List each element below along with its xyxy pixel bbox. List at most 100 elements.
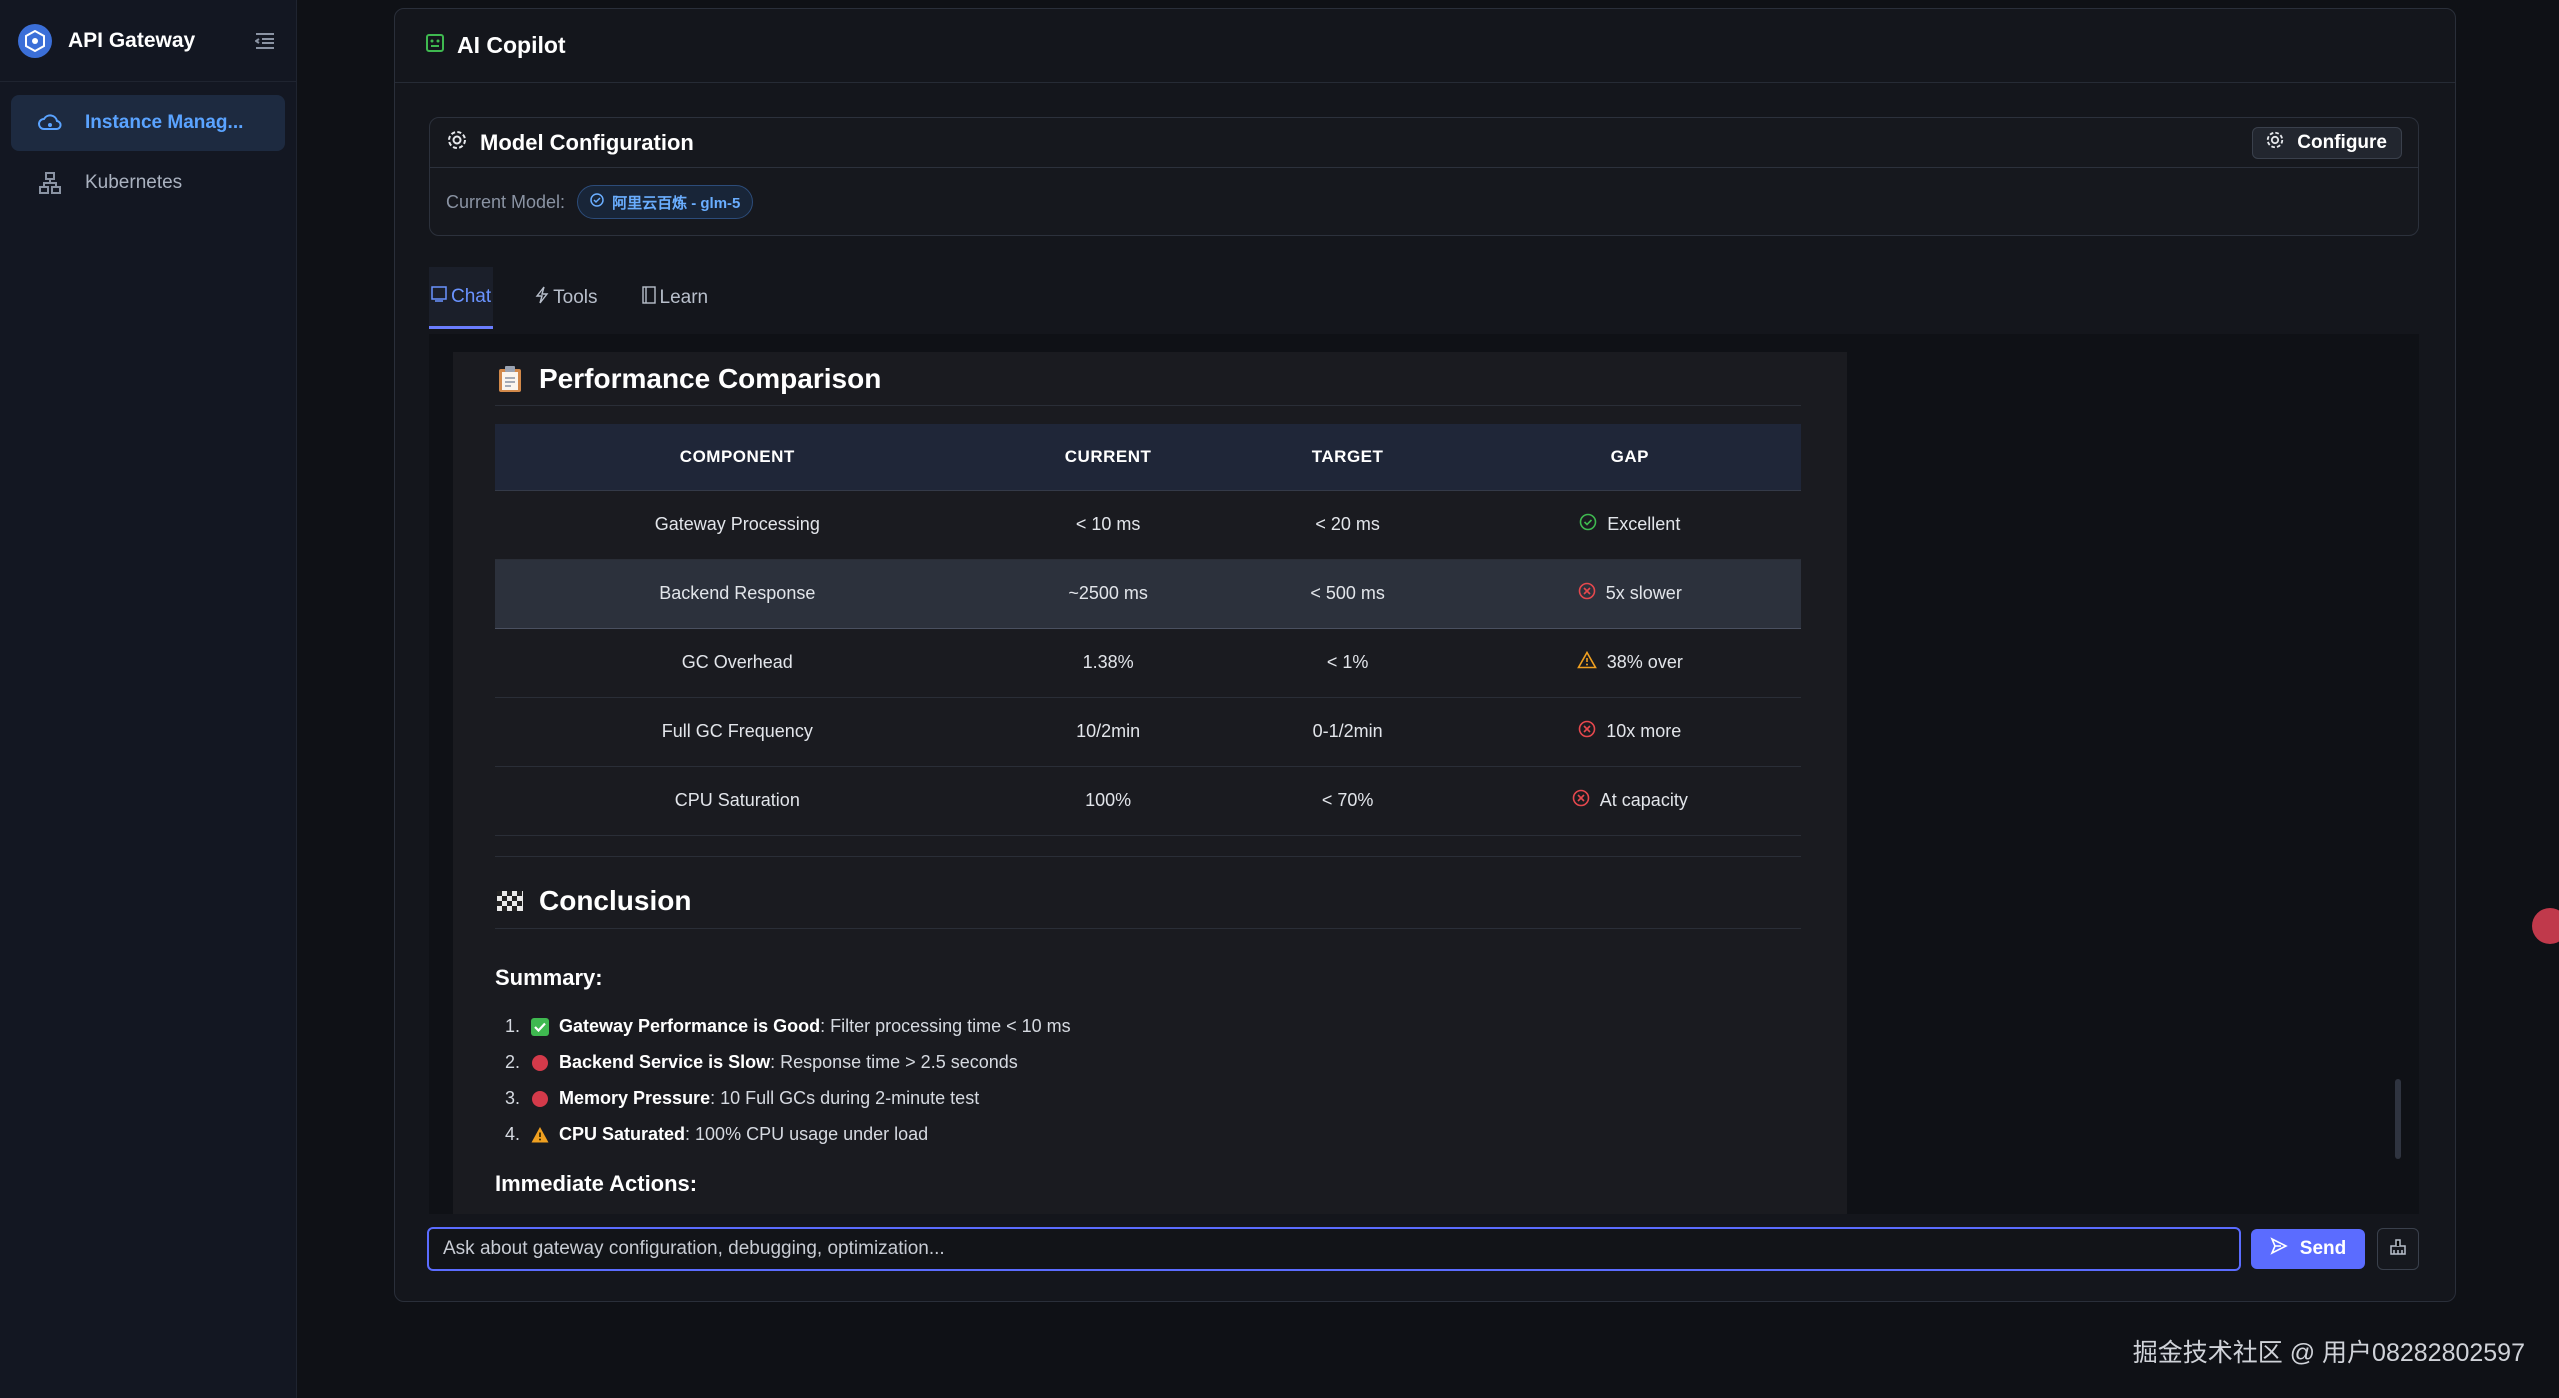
sidebar-item-label: Instance Manag... <box>85 112 244 133</box>
summary-heading: Summary: <box>495 964 603 990</box>
clear-chat-button[interactable] <box>2377 1228 2419 1270</box>
target-cell: < 500 ms <box>1236 558 1459 629</box>
watermark: 掘金技术社区 @ 用户08282802597 <box>2132 1339 2525 1367</box>
panel-header: AI Copilot <box>395 9 2455 83</box>
app-title: API Gateway <box>68 28 196 52</box>
current-cell: < 10 ms <box>979 490 1237 560</box>
target-cell: < 70% <box>1236 766 1459 836</box>
column-header: CURRENT <box>979 424 1237 491</box>
performance-table: COMPONENT CURRENT TARGET GAP Gateway Pro… <box>495 424 1801 836</box>
assistant-message: Performance Comparison COMPONENT CURRENT… <box>453 352 1847 1214</box>
list-item: 4. CPU Saturated: 100% CPU usage under l… <box>505 1117 1801 1153</box>
list-number: 2. <box>505 1052 521 1072</box>
target-cell: < 1% <box>1236 628 1459 698</box>
red-circle-icon <box>531 1054 549 1072</box>
current-model-label: Current Model: <box>446 191 566 212</box>
x-circle-icon <box>1578 582 1596 605</box>
list-item: 1. Gateway Performance is Good: Filter p… <box>505 1009 1801 1045</box>
current-cell: 1.38% <box>979 628 1237 698</box>
robot-icon <box>425 33 445 58</box>
item-text: : 10 Full GCs during 2-minute test <box>710 1088 980 1108</box>
gap-cell: 10x more <box>1458 697 1801 767</box>
table-row: Gateway Processing < 10 ms < 20 ms Excel… <box>495 490 1801 560</box>
copilot-tabs: Chat Tools Learn <box>429 267 750 329</box>
tab-tools[interactable]: Tools <box>533 267 599 329</box>
current-cell: 100% <box>979 766 1237 836</box>
check-mark-icon <box>531 1017 549 1036</box>
heading-text: Conclusion <box>539 885 692 916</box>
chat-scrollbar[interactable] <box>2395 1079 2401 1159</box>
cloud-icon <box>37 110 63 136</box>
book-icon <box>641 286 656 310</box>
item-title: CPU Saturated <box>559 1124 686 1144</box>
sidebar-item-instance-management[interactable]: Instance Manag... <box>11 95 285 151</box>
item-text: : Filter processing time < 10 ms <box>820 1016 1071 1036</box>
tab-chat[interactable]: Chat <box>429 267 494 329</box>
sidebar-item-kubernetes[interactable]: Kubernetes <box>11 155 285 211</box>
item-text: : Response time > 2.5 seconds <box>770 1052 1018 1072</box>
component-cell: Backend Response <box>495 558 980 629</box>
message-content: Performance Comparison COMPONENT CURRENT… <box>495 352 1801 1197</box>
tab-learn[interactable]: Learn <box>640 267 711 329</box>
table-row: CPU Saturation 100% < 70% At capacity <box>495 766 1801 836</box>
sidebar-header: API Gateway <box>0 0 296 82</box>
top-border <box>0 0 2559 2</box>
gap-cell: At capacity <box>1458 766 1801 836</box>
gap-cell: 5x slower <box>1458 558 1801 629</box>
model-card-title: Model Configuration <box>480 129 694 155</box>
component-cell: CPU Saturation <box>495 766 980 836</box>
table-row: Backend Response ~2500 ms < 500 ms 5x sl… <box>495 558 1801 629</box>
tab-label: Tools <box>553 287 598 308</box>
performance-comparison-heading: Performance Comparison <box>495 352 1801 406</box>
table-row: Full GC Frequency 10/2min 0-1/2min 10x m… <box>495 697 1801 767</box>
column-header: COMPONENT <box>495 424 980 491</box>
red-circle-icon <box>531 1090 549 1108</box>
current-cell: ~2500 ms <box>979 558 1237 629</box>
x-circle-icon <box>1578 720 1596 743</box>
list-item: 3. Memory Pressure: 10 Full GCs during 2… <box>505 1081 1801 1117</box>
panel-title: AI Copilot <box>457 32 566 58</box>
heading-text: Performance Comparison <box>539 362 882 394</box>
chat-messages-area[interactable]: Performance Comparison COMPONENT CURRENT… <box>429 334 2419 1214</box>
table-row: GC Overhead 1.38% < 1% 38% over <box>495 628 1801 698</box>
gap-text: 5x slower <box>1605 583 1682 603</box>
sidebar: API Gateway Instance Manag... Kubernetes <box>0 0 297 1398</box>
warning-icon <box>531 1126 549 1144</box>
check-circle-icon <box>590 193 604 211</box>
app-logo-icon <box>18 23 52 58</box>
collapse-sidebar-icon[interactable] <box>252 28 278 54</box>
current-model-tag: 阿里云百炼 - glm-5 <box>577 185 754 219</box>
column-header: GAP <box>1458 424 1801 491</box>
current-cell: 10/2min <box>979 697 1237 767</box>
send-button[interactable]: Send <box>2251 1229 2365 1269</box>
target-cell: 0-1/2min <box>1236 697 1459 767</box>
item-title: Gateway Performance is Good <box>559 1016 821 1036</box>
gap-text: 38% over <box>1606 652 1683 672</box>
chat-input[interactable] <box>427 1227 2241 1271</box>
conclusion-heading: Conclusion <box>495 875 1801 929</box>
sidebar-item-label: Kubernetes <box>85 172 183 193</box>
broom-icon <box>2389 1238 2407 1261</box>
gear-icon <box>446 129 468 156</box>
gap-text: 10x more <box>1606 721 1682 741</box>
tab-label: Learn <box>659 287 709 308</box>
item-title: Backend Service is Slow <box>559 1052 771 1072</box>
gap-text: Excellent <box>1607 514 1681 534</box>
current-model-value: 阿里云百炼 - glm-5 <box>612 194 741 212</box>
floating-action-button[interactable] <box>2532 908 2559 944</box>
component-cell: Gateway Processing <box>495 490 980 560</box>
x-circle-icon <box>1572 789 1590 812</box>
sidebar-nav: Instance Manag... Kubernetes <box>0 82 296 228</box>
column-header: TARGET <box>1236 424 1459 491</box>
component-cell: Full GC Frequency <box>495 697 980 767</box>
chat-icon <box>431 285 447 308</box>
send-label: Send <box>2299 1238 2347 1259</box>
list-number: 3. <box>505 1088 521 1108</box>
item-title: Memory Pressure <box>559 1088 711 1108</box>
gap-cell: Excellent <box>1458 490 1801 560</box>
configure-label: Configure <box>2297 131 2387 153</box>
configure-button[interactable]: Configure <box>2252 126 2402 159</box>
list-number: 1. <box>505 1016 521 1036</box>
check-circle-icon <box>1579 513 1597 536</box>
chat-input-row: Send <box>427 1225 2423 1273</box>
